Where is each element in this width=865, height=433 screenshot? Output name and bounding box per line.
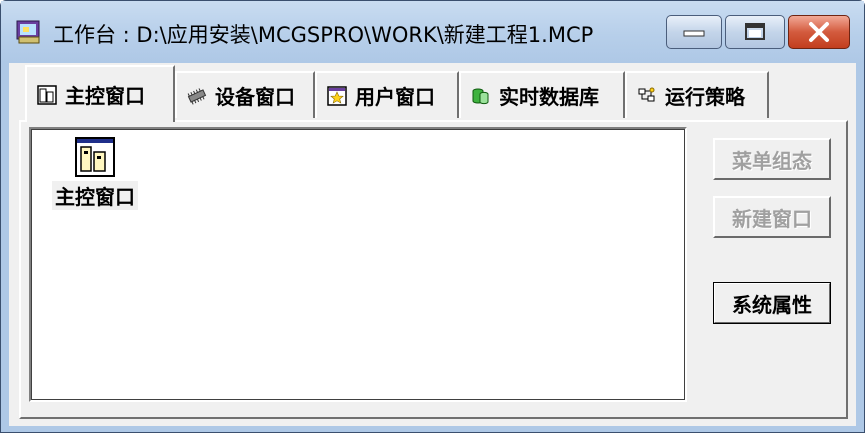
list-item[interactable]: 主控窗口 <box>49 137 141 210</box>
workbench-client-area: 主控窗口 设备窗口 用户窗口 实时数据库 运行策略 主控窗口 菜单组态 新建窗口… <box>9 63 856 426</box>
minimize-button[interactable] <box>666 15 722 49</box>
new-window-button[interactable]: 新建窗口 <box>713 196 831 238</box>
window-title: 工作台 : D:\应用安装\MCGSPRO\WORK\新建工程1.MCP <box>53 23 594 47</box>
close-button[interactable] <box>788 15 850 49</box>
window-list[interactable]: 主控窗口 <box>29 127 687 402</box>
device-chip-icon <box>187 87 207 105</box>
title-bar[interactable]: 工作台 : D:\应用安装\MCGSPRO\WORK\新建工程1.MCP <box>1 1 864 63</box>
tab-label: 用户窗口 <box>355 85 435 109</box>
user-window-star-icon <box>327 85 347 106</box>
maximize-button[interactable] <box>725 15 785 49</box>
tab-label: 实时数据库 <box>499 85 599 109</box>
minimize-icon <box>683 30 705 37</box>
system-properties-button[interactable]: 系统属性 <box>713 282 831 324</box>
tab-main-window[interactable]: 主控窗口 <box>25 65 175 122</box>
tab-label: 主控窗口 <box>65 84 145 108</box>
database-cylinder-icon <box>472 88 489 104</box>
strategy-icon <box>638 87 655 101</box>
app-icon <box>16 20 40 44</box>
list-item-label: 主控窗口 <box>52 181 138 210</box>
tab-run-strategy[interactable]: 运行策略 <box>625 71 769 118</box>
menu-config-button[interactable]: 菜单组态 <box>713 138 831 180</box>
tab-device-window[interactable]: 设备窗口 <box>175 71 315 118</box>
close-icon <box>809 22 829 42</box>
workbench-window: 工作台 : D:\应用安装\MCGSPRO\WORK\新建工程1.MCP 主控窗… <box>0 0 865 433</box>
tab-label: 设备窗口 <box>215 85 295 109</box>
main-window-icon <box>37 84 57 105</box>
tab-realtime-database[interactable]: 实时数据库 <box>459 71 625 118</box>
tab-label: 运行策略 <box>665 85 745 109</box>
main-window-icon <box>75 137 115 177</box>
maximize-icon <box>745 23 765 40</box>
tab-user-window[interactable]: 用户窗口 <box>315 71 459 118</box>
